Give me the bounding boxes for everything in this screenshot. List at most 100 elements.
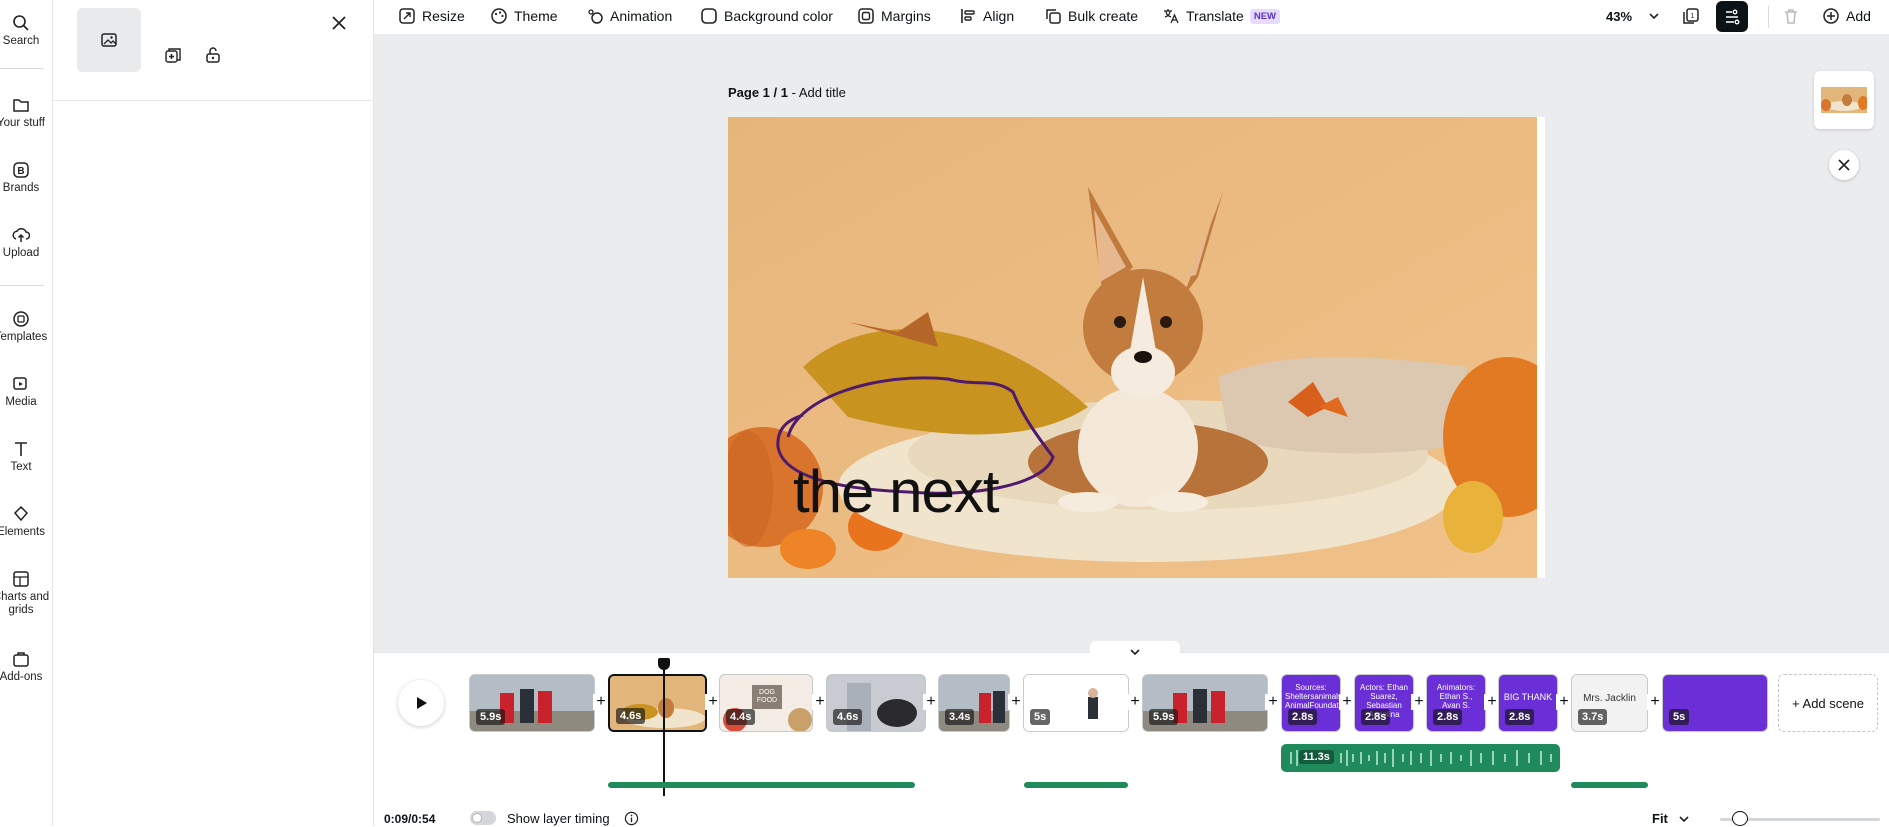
scene-clip[interactable]: 5.9s xyxy=(469,674,595,732)
fit-dropdown[interactable]: Fit xyxy=(1652,811,1690,826)
rail-label: Brands xyxy=(2,182,40,194)
margins-button[interactable]: Margins xyxy=(857,0,931,32)
add-button[interactable]: Add xyxy=(1822,0,1871,32)
add-transition-button[interactable]: + xyxy=(1647,694,1663,710)
audio-bar[interactable] xyxy=(1024,782,1128,788)
add-transition-button[interactable]: + xyxy=(1008,694,1024,710)
scene-clip[interactable]: 3.4s xyxy=(938,674,1010,732)
design-canvas[interactable]: the next xyxy=(728,117,1537,578)
align-button[interactable]: Align xyxy=(959,0,1014,32)
close-thumbnail-button[interactable] xyxy=(1829,150,1859,180)
canvas-text[interactable]: the next xyxy=(793,457,999,526)
resize-button[interactable]: Resize xyxy=(398,0,465,32)
page-header: Page 1 / 1 - Add title xyxy=(728,85,846,100)
rail-media[interactable]: Media xyxy=(0,375,52,409)
margins-label: Margins xyxy=(881,8,931,24)
add-transition-button[interactable]: + xyxy=(1265,694,1281,710)
scene-clip[interactable]: Sources: Sheltersanimalscount, AnimalFou… xyxy=(1281,674,1341,732)
zoom-dropdown[interactable]: 43% xyxy=(1606,0,1660,32)
timeline-view-button[interactable] xyxy=(1716,1,1748,32)
scene-clip[interactable]: 4.6s xyxy=(826,674,926,732)
scene-clip[interactable]: DOG FOOD 4.4s xyxy=(719,674,813,732)
show-layer-timing-toggle[interactable] xyxy=(470,811,496,825)
page-thumbnail[interactable] xyxy=(1814,71,1874,129)
rail-add-ons[interactable]: Add-ons xyxy=(0,650,52,684)
rail-search[interactable]: Search xyxy=(0,14,52,48)
lock-button[interactable] xyxy=(204,46,222,64)
scene-clip-selected[interactable]: 4.6s xyxy=(608,674,707,732)
scene-clip[interactable]: Mrs. Jacklin 3.7s xyxy=(1571,674,1648,732)
upload-icon xyxy=(12,228,30,242)
animation-button[interactable]: Animation xyxy=(586,0,672,32)
add-transition-button[interactable]: + xyxy=(1127,694,1143,710)
scene-clip[interactable]: 5s xyxy=(1662,674,1768,732)
clip-caption: Sources: Sheltersanimalscount, AnimalFou… xyxy=(1285,683,1341,710)
add-transition-button[interactable]: + xyxy=(1411,694,1427,710)
rail-text[interactable]: Text xyxy=(0,440,52,474)
bulk-create-icon xyxy=(1046,9,1061,24)
align-label: Align xyxy=(983,8,1015,24)
duplicate-button[interactable] xyxy=(164,46,182,64)
add-scene-button[interactable]: + Add scene xyxy=(1778,674,1878,732)
trash-icon xyxy=(1785,9,1797,24)
translate-button[interactable]: Translate NEW xyxy=(1162,0,1281,32)
info-icon xyxy=(624,811,639,826)
info-button[interactable] xyxy=(624,811,639,826)
image-icon xyxy=(101,33,117,47)
playhead-handle[interactable] xyxy=(658,658,670,670)
scene-clip[interactable]: 5s xyxy=(1023,674,1129,732)
clip-duration: 4.6s xyxy=(833,709,863,725)
rail-label: Charts and grids xyxy=(0,591,50,616)
rail-elements[interactable]: Elements xyxy=(0,505,52,539)
playhead[interactable] xyxy=(663,660,665,796)
add-transition-button[interactable]: + xyxy=(1556,694,1572,710)
play-button[interactable] xyxy=(398,680,444,726)
rail-templates[interactable]: Templates xyxy=(0,310,52,344)
clip-caption: BIG THANK xyxy=(1503,692,1553,702)
close-panel-button[interactable] xyxy=(331,15,347,31)
rail-upload[interactable]: Upload xyxy=(0,226,52,260)
add-title-link[interactable]: Add title xyxy=(799,85,846,100)
clip-caption: Animators: Ethan S., Avan S. xyxy=(1436,683,1476,710)
rail-label: Media xyxy=(5,396,37,408)
animation-label: Animation xyxy=(610,8,673,24)
bulk-create-button[interactable]: Bulk create xyxy=(1044,0,1138,32)
svg-text:1: 1 xyxy=(1691,13,1695,20)
rail-label: Add-ons xyxy=(0,671,43,683)
add-transition-button[interactable]: + xyxy=(593,694,609,710)
scene-clip[interactable]: 5.9s xyxy=(1142,674,1268,732)
audio-bar[interactable] xyxy=(1571,782,1648,788)
theme-button[interactable]: Theme xyxy=(490,0,558,32)
collapse-timeline-button[interactable] xyxy=(1090,641,1180,663)
scene-clip[interactable]: BIG THANK 2.8s xyxy=(1498,674,1558,732)
scene-clip[interactable]: Animators: Ethan S., Avan S. 2.8s xyxy=(1426,674,1486,732)
rail-charts-and-grids[interactable]: Charts and grids xyxy=(0,570,52,617)
fit-label: Fit xyxy=(1652,811,1668,826)
audio-track[interactable]: 11.3s xyxy=(1281,744,1560,772)
margins-icon xyxy=(858,8,874,24)
image-thumbnail-button[interactable] xyxy=(77,8,141,72)
rail-your-stuff[interactable]: Your stuff xyxy=(0,96,52,130)
color-swatch-icon xyxy=(701,8,717,24)
panel-divider xyxy=(53,100,373,101)
canvas-edge xyxy=(1537,117,1545,578)
audio-bar[interactable] xyxy=(608,782,915,788)
pages-button[interactable]: 1 xyxy=(1682,0,1700,32)
audio-duration: 11.3s xyxy=(1299,750,1334,764)
scene-clip[interactable]: Actors: Ethan Suarez, Sebastian Angelina… xyxy=(1354,674,1414,732)
search-icon xyxy=(13,15,29,31)
plus-circle-icon xyxy=(1823,8,1839,24)
background-color-label: Background color xyxy=(724,8,833,24)
theme-label: Theme xyxy=(514,8,558,24)
timeline-zoom-slider-handle[interactable] xyxy=(1732,811,1748,826)
background-color-button[interactable]: Background color xyxy=(700,0,833,32)
add-transition-button[interactable]: + xyxy=(923,694,939,710)
clip-duration: 4.4s xyxy=(726,709,756,725)
delete-button[interactable] xyxy=(1782,0,1800,32)
rail-brands[interactable]: B Brands xyxy=(0,161,52,195)
svg-text:B: B xyxy=(17,166,24,177)
page-number: Page 1 / 1 xyxy=(728,85,788,100)
brand-icon: B xyxy=(13,162,29,178)
add-transition-button[interactable]: + xyxy=(1339,694,1355,710)
show-layer-timing-label: Show layer timing xyxy=(507,811,610,826)
